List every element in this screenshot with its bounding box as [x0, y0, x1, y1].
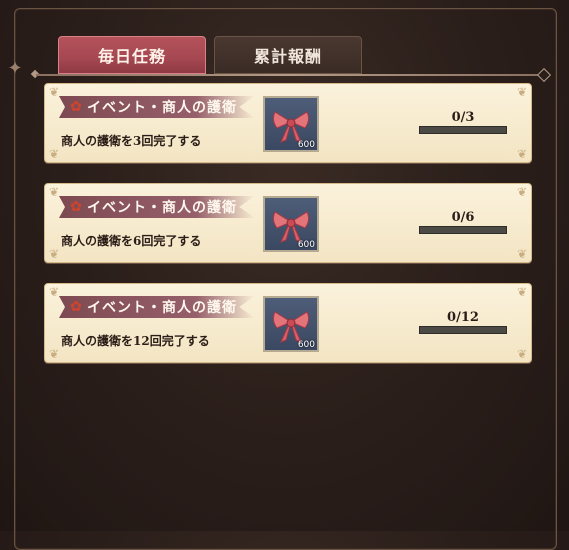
mission-card: ❦ ❦ ❦ ❦ ✿ イベント・商人の護衛 商人の護衛を12回完了する 600 0… — [44, 283, 532, 363]
reward-item-slot[interactable]: 600 — [263, 296, 319, 352]
corner-ornament-icon: ❦ — [516, 285, 528, 299]
diamond-ornament-icon: ✦ — [7, 58, 23, 79]
reward-count: 600 — [297, 240, 315, 250]
progress-bar — [419, 226, 507, 234]
event-ribbon: ✿ イベント・商人の護衛 — [59, 196, 255, 218]
flower-icon: ✿ — [70, 299, 82, 315]
corner-ornament-icon: ❦ — [516, 85, 528, 99]
event-title: イベント・商人の護衛 — [87, 200, 237, 216]
corner-ornament-icon: ❦ — [516, 347, 528, 361]
reward-item-slot[interactable]: 600 — [263, 96, 319, 152]
corner-ornament-icon: ❦ — [48, 185, 60, 199]
corner-ornament-icon: ❦ — [48, 285, 60, 299]
progress-text: 0/12 — [447, 310, 479, 325]
mission-card: ❦ ❦ ❦ ❦ ✿ イベント・商人の護衛 商人の護衛を3回完了する 600 0/… — [44, 83, 532, 163]
mission-description: 商人の護衛を12回完了する — [61, 334, 210, 348]
corner-ornament-icon: ❦ — [48, 347, 60, 361]
corner-ornament-icon: ❦ — [516, 147, 528, 161]
corner-ornament-icon: ❦ — [48, 247, 60, 261]
corner-ornament-icon: ❦ — [48, 85, 60, 99]
tab-daily-missions[interactable]: 毎日任務 — [58, 36, 206, 74]
progress-text: 0/6 — [451, 210, 475, 225]
event-ribbon: ✿ イベント・商人の護衛 — [59, 296, 255, 318]
mission-card: ❦ ❦ ❦ ❦ ✿ イベント・商人の護衛 商人の護衛を6回完了する 600 0/… — [44, 183, 532, 263]
reward-count: 600 — [297, 140, 315, 150]
mission-description: 商人の護衛を3回完了する — [61, 134, 202, 148]
progress-text: 0/3 — [451, 110, 475, 125]
flower-icon: ✿ — [70, 199, 82, 215]
corner-ornament-icon: ❦ — [48, 147, 60, 161]
corner-ornament-icon: ❦ — [516, 247, 528, 261]
tab-divider — [36, 74, 543, 76]
tab-cumulative-rewards[interactable]: 累計報酬 — [214, 36, 362, 74]
reward-count: 600 — [297, 340, 315, 350]
reward-item-slot[interactable]: 600 — [263, 196, 319, 252]
mission-description: 商人の護衛を6回完了する — [61, 234, 202, 248]
progress-bar — [419, 126, 507, 134]
flower-icon: ✿ — [70, 99, 82, 115]
event-title: イベント・商人の護衛 — [87, 100, 237, 116]
event-ribbon: ✿ イベント・商人の護衛 — [59, 96, 255, 118]
corner-ornament-icon: ❦ — [516, 185, 528, 199]
progress-bar — [419, 326, 507, 334]
event-title: イベント・商人の護衛 — [87, 300, 237, 316]
